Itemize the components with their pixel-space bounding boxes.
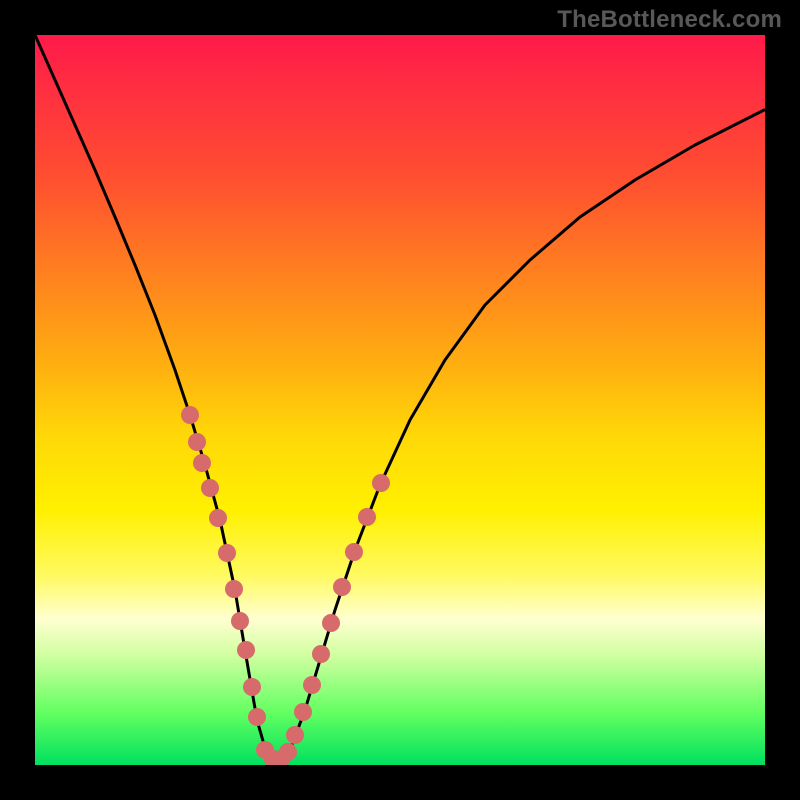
marker-dot [322,614,340,632]
marker-dot [243,678,261,696]
marker-dot [345,543,363,561]
marker-dot [225,580,243,598]
marker-dot [248,708,266,726]
marker-dot [188,433,206,451]
marker-dot [231,612,249,630]
marker-dot [201,479,219,497]
marker-dot [279,743,297,761]
marker-dot [358,508,376,526]
watermark-label: TheBottleneck.com [557,6,782,34]
marker-dot [218,544,236,562]
marker-dot [303,676,321,694]
chart-container: TheBottleneck.com [0,0,800,800]
marker-dot [286,726,304,744]
marker-dot [209,509,227,527]
marker-dot [193,454,211,472]
marker-dot [237,641,255,659]
series-bottleneck-curve [35,35,764,760]
curve-layer [35,35,764,760]
plot-region [35,35,765,765]
chart-svg [35,35,765,765]
marker-layer [181,406,390,765]
marker-dot [181,406,199,424]
marker-dot [333,578,351,596]
marker-dot [294,703,312,721]
marker-dot [312,645,330,663]
marker-dot [372,474,390,492]
